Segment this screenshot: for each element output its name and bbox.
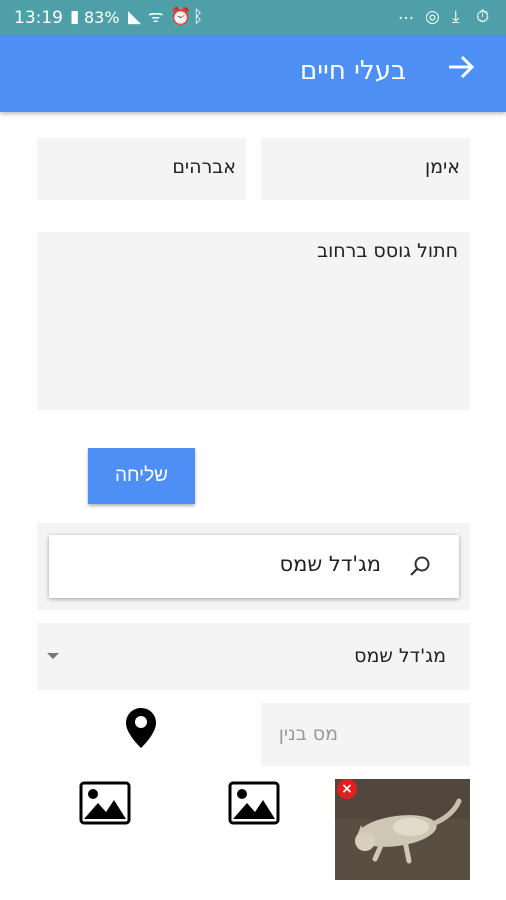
alarm-icon: ⏰ (170, 7, 192, 27)
signal-icon: ◣ (128, 7, 142, 27)
village-dropdown[interactable]: מג'דל שמס (37, 623, 470, 690)
search-text: מג'דל שמס (279, 552, 381, 576)
first-name-field[interactable]: אימן (261, 138, 470, 200)
chevron-down-icon (47, 653, 59, 659)
arrow-right-icon[interactable] (446, 52, 476, 90)
description-field[interactable]: חתול גוסס ברחוב (37, 232, 470, 410)
dropdown-selected-value: מג'דל שמס (354, 645, 446, 667)
timer-icon: ⏱ (476, 7, 490, 27)
image-placeholder-icon[interactable] (228, 781, 280, 825)
search-icon[interactable] (409, 555, 431, 577)
close-icon: × (341, 781, 353, 797)
map-pin-icon[interactable] (124, 707, 158, 749)
app-bar: בעלי חיים (0, 36, 506, 112)
more-notifications: ... (398, 4, 415, 24)
location-search-input[interactable]: מג'דל שמס (49, 535, 459, 598)
image-placeholder-icon[interactable] (79, 781, 131, 825)
wifi-icon: ᯤ (148, 7, 164, 27)
send-button[interactable]: שליחה (88, 448, 195, 504)
building-number-field[interactable]: מס בנין (261, 703, 470, 766)
status-time: 13:19 (14, 8, 63, 28)
arrow-right-icon-svg (449, 55, 475, 79)
battery-level: 83% (84, 8, 120, 27)
remove-photo-button[interactable]: × (337, 779, 357, 799)
building-number-placeholder: מס בנין (278, 723, 338, 745)
battery-icon: ▮ (70, 7, 80, 27)
last-name-field[interactable]: אברהים (37, 138, 246, 200)
whatsapp-icon: ◎ (425, 7, 440, 27)
status-bar: 13:19 ▮ 83% ◣ ᯤ ⏰ ᛒ ... ◎ ⤓ ⏱ (0, 0, 506, 36)
download-icon: ⤓ (452, 7, 460, 27)
page-title: בעלי חיים (299, 56, 406, 86)
bluetooth-icon: ᛒ (193, 7, 204, 27)
